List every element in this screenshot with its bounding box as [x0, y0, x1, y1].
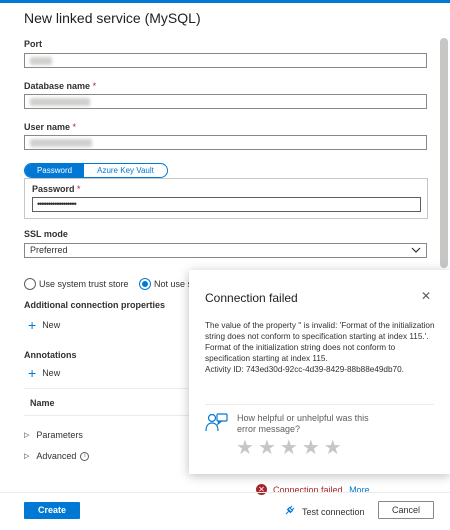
advanced-expander[interactable]: ▷ Advanced i: [24, 451, 90, 461]
user-name-input[interactable]: [24, 135, 427, 150]
plus-icon: +: [28, 365, 37, 381]
password-section: Password * ••••••••••••••••••: [24, 178, 428, 219]
ssl-mode-value: Preferred: [30, 245, 68, 255]
ssl-mode-select[interactable]: Preferred: [24, 243, 427, 258]
test-connection-label: Test connection: [302, 506, 365, 517]
divider: [24, 388, 214, 389]
add-property-button[interactable]: + New: [28, 317, 61, 333]
radio-circle[interactable]: [24, 278, 36, 290]
password-label: Password *: [32, 184, 81, 194]
close-icon[interactable]: ✕: [421, 289, 431, 303]
radio-label: Not use s: [154, 279, 193, 289]
password-input[interactable]: ••••••••••••••••••: [32, 197, 421, 212]
callout-title: Connection failed: [205, 291, 298, 305]
radio-circle-selected[interactable]: [139, 278, 151, 290]
error-message: The value of the property '' is invalid:…: [205, 321, 435, 341]
database-name-input[interactable]: [24, 94, 427, 109]
panel-title: New linked service (MySQL): [24, 10, 201, 26]
scrollbar[interactable]: [440, 38, 448, 268]
radio-system-trust-store[interactable]: Use system trust store: [24, 278, 129, 290]
feedback-question: How helpful or unhelpful was this error …: [237, 413, 369, 434]
chevron-right-icon: ▷: [24, 453, 30, 460]
annotations-heading: Annotations: [24, 350, 77, 360]
toggle-password[interactable]: Password: [25, 164, 84, 177]
test-connection-button[interactable]: Test connection: [284, 504, 365, 519]
database-name-label: Database name *: [24, 81, 97, 91]
chevron-right-icon: ▷: [24, 432, 30, 439]
plug-icon: [284, 504, 296, 519]
top-accent-line: [0, 0, 450, 3]
footer-divider: [0, 492, 450, 493]
port-label: Port: [24, 39, 42, 49]
annotations-name-column: Name: [30, 398, 55, 408]
create-button[interactable]: Create: [24, 502, 80, 519]
feedback-icon: [205, 412, 229, 434]
star-icon[interactable]: ★: [258, 438, 276, 458]
ssl-mode-label: SSL mode: [24, 229, 68, 239]
port-input[interactable]: [24, 53, 427, 68]
radio-not-use[interactable]: Not use s: [139, 278, 192, 290]
status-text: Connection failed.: [273, 484, 346, 495]
expander-label: Parameters: [36, 430, 83, 440]
error-details: The value of the property '' is invalid:…: [205, 320, 435, 375]
radio-label: Use system trust store: [39, 279, 129, 289]
connection-status: ✕ Connection failed. More: [256, 484, 370, 495]
cancel-button[interactable]: Cancel: [378, 501, 434, 519]
star-icon[interactable]: ★: [280, 438, 298, 458]
star-icon[interactable]: ★: [302, 438, 320, 458]
toggle-azure-key-vault[interactable]: Azure Key Vault: [84, 164, 167, 177]
connection-failed-callout: Connection failed ✕ The value of the pro…: [189, 270, 450, 474]
add-annotation-button[interactable]: + New: [28, 365, 61, 381]
chevron-down-icon: [411, 244, 421, 261]
star-icon[interactable]: ★: [324, 438, 342, 458]
rating-stars[interactable]: ★ ★ ★ ★ ★: [236, 438, 346, 458]
add-label: New: [42, 368, 61, 378]
more-link[interactable]: More: [349, 485, 370, 495]
divider: [24, 415, 214, 416]
error-icon: ✕: [256, 484, 267, 495]
error-message-detail: Format of the initialization string does…: [205, 343, 396, 363]
additional-properties-heading: Additional connection properties: [24, 300, 166, 310]
user-name-label: User name *: [24, 122, 77, 132]
parameters-expander[interactable]: ▷ Parameters: [24, 430, 83, 440]
add-label: New: [42, 320, 61, 330]
info-icon[interactable]: i: [80, 451, 90, 461]
divider: [205, 404, 434, 405]
activity-id: Activity ID: 743ed30d-92cc-4d39-8429-88b…: [205, 365, 404, 374]
star-icon[interactable]: ★: [236, 438, 254, 458]
expander-label: Advanced: [36, 451, 77, 461]
plus-icon: +: [28, 317, 37, 333]
auth-type-toggle[interactable]: Password Azure Key Vault: [24, 163, 168, 178]
